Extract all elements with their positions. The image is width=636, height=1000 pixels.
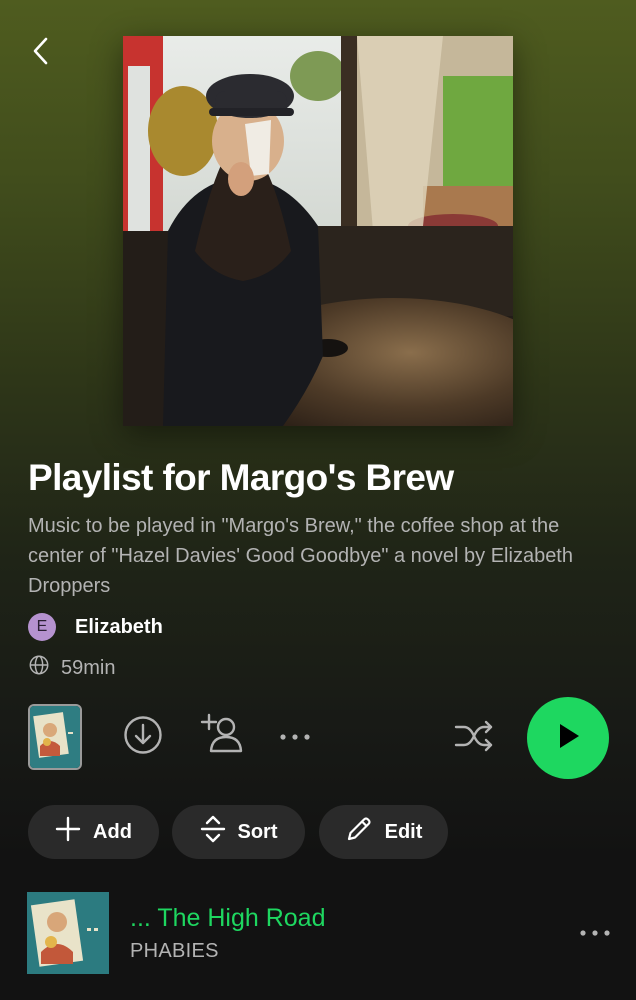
playlist-title: Playlist for Margo's Brew [28, 457, 454, 498]
add-button-label: Add [93, 820, 132, 843]
playlist-owner[interactable]: E Elizabeth [28, 612, 163, 642]
chevron-left-icon [30, 35, 50, 72]
add-collaborator-button[interactable] [198, 713, 244, 760]
track-artist: PHABIES [130, 940, 219, 962]
track-album-art [27, 892, 109, 974]
edit-button[interactable]: Edit [319, 805, 448, 859]
avatar: E [28, 613, 56, 641]
play-icon [553, 721, 583, 756]
ellipsis-icon [277, 729, 313, 747]
play-button[interactable] [527, 697, 609, 779]
edit-button-label: Edit [384, 820, 423, 843]
globe-icon [28, 654, 50, 682]
plus-icon [55, 816, 81, 848]
playlist-duration: 59min [61, 656, 116, 679]
sort-icon [200, 815, 226, 849]
add-button[interactable]: Add [28, 805, 159, 859]
sort-button-label: Sort [237, 820, 278, 843]
shuffle-icon [453, 719, 495, 758]
owner-name: Elizabeth [75, 615, 163, 638]
download-button[interactable] [121, 714, 165, 760]
ellipsis-icon [578, 925, 612, 943]
playlist-meta: 59min [28, 655, 115, 681]
track-row[interactable]: ... The High Road PHABIES [0, 882, 636, 986]
playlist-preview-thumbnail[interactable] [28, 704, 82, 770]
more-options-button[interactable] [274, 725, 316, 751]
track-title: ... The High Road [130, 904, 326, 932]
playlist-description: Music to be played in "Margo's Brew," th… [28, 515, 573, 597]
playlist-cover-image [123, 36, 513, 426]
pencil-icon [345, 815, 373, 849]
shuffle-button[interactable] [450, 716, 498, 760]
sort-button[interactable]: Sort [172, 805, 305, 859]
back-button[interactable] [24, 34, 56, 72]
download-circle-icon [123, 715, 163, 760]
track-more-button[interactable] [574, 920, 616, 948]
add-person-icon [199, 713, 243, 760]
